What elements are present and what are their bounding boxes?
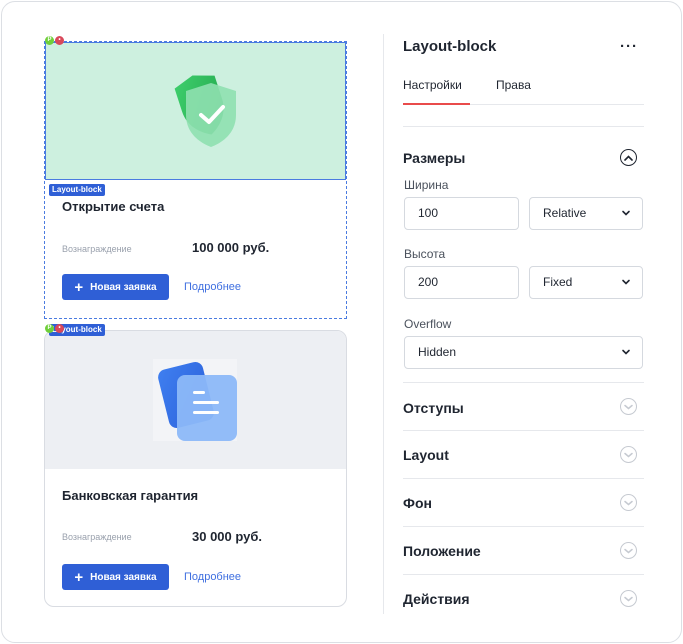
chevron-down-icon[interactable] [620, 494, 637, 511]
overflow-value: Hidden [418, 345, 457, 359]
panel-title: Layout-block [403, 38, 497, 55]
shield-check-icon [174, 75, 236, 147]
chevron-down-icon [622, 210, 630, 216]
app-window: Открытие счета Вознаграждение 100 000 ру… [1, 1, 682, 643]
height-label: Высота [404, 247, 446, 261]
section-title-actions[interactable]: Действия [403, 591, 470, 607]
layout-block-tag[interactable]: Layout-block [49, 184, 105, 196]
lock-badge-icon: • [55, 36, 64, 45]
card-media [45, 42, 346, 180]
more-options-icon[interactable]: ··· [620, 38, 638, 55]
divider [403, 382, 644, 383]
height-input[interactable]: 200 [404, 266, 519, 299]
card-media [45, 331, 346, 469]
chevron-down-icon[interactable] [620, 398, 637, 415]
height-unit-select[interactable]: Fixed [529, 266, 643, 299]
plus-icon: + [74, 568, 84, 586]
p-badge: P [45, 36, 54, 45]
canvas: Открытие счета Вознаграждение 100 000 ру… [2, 2, 382, 642]
reward-value: 100 000 руб. [192, 240, 270, 255]
card-title: Банковская гарантия [62, 488, 199, 503]
lock-badge-icon: • [55, 324, 64, 333]
section-title-sizes[interactable]: Размеры [403, 150, 465, 166]
width-label: Ширина [404, 178, 449, 192]
document-icon [153, 359, 237, 441]
width-unit-value: Relative [543, 206, 587, 220]
plus-icon: + [74, 278, 84, 296]
section-title-layout[interactable]: Layout [403, 447, 449, 463]
divider [403, 478, 644, 479]
new-request-label: Новая заявка [90, 571, 157, 583]
section-title-padding[interactable]: Отступы [403, 400, 464, 416]
divider [403, 574, 644, 575]
new-request-button[interactable]: + Новая заявка [62, 274, 169, 300]
more-link[interactable]: Подробнее [184, 571, 241, 583]
section-title-background[interactable]: Фон [403, 495, 432, 511]
panel-tabs: Настройки Права [403, 78, 644, 105]
new-request-label: Новая заявка [90, 281, 157, 293]
offer-card-account[interactable]: Открытие счета Вознаграждение 100 000 ру… [44, 41, 347, 319]
overflow-label: Overflow [404, 317, 452, 331]
tab-settings[interactable]: Настройки [403, 78, 470, 105]
section-title-position[interactable]: Положение [403, 543, 481, 559]
chevron-down-icon[interactable] [620, 590, 637, 607]
divider [403, 430, 644, 431]
width-unit-select[interactable]: Relative [529, 197, 643, 230]
chevron-down-icon[interactable] [620, 542, 637, 559]
reward-label: Вознаграждение [62, 244, 132, 254]
width-input[interactable]: 100 [404, 197, 519, 230]
divider [403, 126, 644, 127]
more-link[interactable]: Подробнее [184, 281, 241, 293]
chevron-down-icon [622, 279, 630, 285]
chevron-down-icon[interactable] [620, 446, 637, 463]
reward-label: Вознаграждение [62, 532, 132, 542]
new-request-button[interactable]: + Новая заявка [62, 564, 169, 590]
height-unit-value: Fixed [543, 275, 573, 289]
chevron-down-icon [622, 349, 630, 355]
card-title: Открытие счета [62, 199, 165, 214]
overflow-select[interactable]: Hidden [404, 336, 643, 369]
panel-divider [383, 34, 384, 614]
offer-card-guarantee[interactable]: Банковская гарантия Вознаграждение 30 00… [44, 330, 347, 607]
chevron-up-icon[interactable] [620, 149, 637, 166]
p-badge: P [45, 324, 54, 333]
divider [403, 526, 644, 527]
tab-rights[interactable]: Права [496, 78, 531, 92]
reward-value: 30 000 руб. [192, 529, 263, 544]
